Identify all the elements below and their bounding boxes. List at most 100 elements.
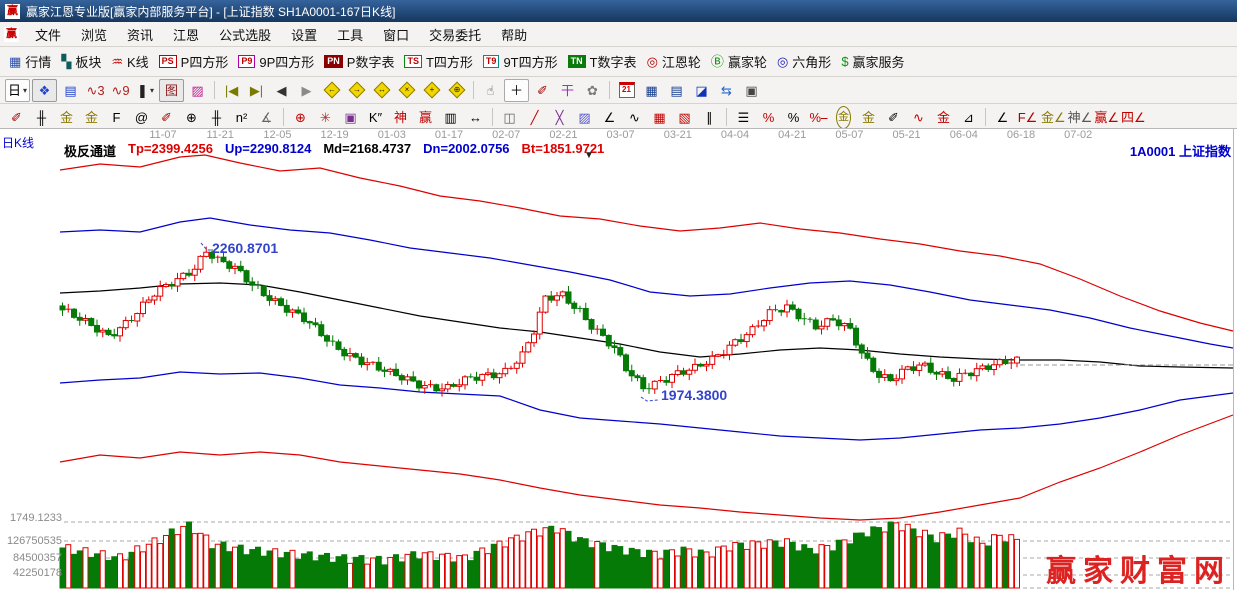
star-circle-tool[interactable]: ✳ [314,107,337,128]
box-tool[interactable]: ◫ [498,107,521,128]
menu-item-0[interactable]: 文件 [25,25,71,44]
ma-9-button[interactable]: ∿9 [109,80,132,101]
n2-tool[interactable]: n² [230,107,253,128]
shen-ruler-tool[interactable]: 神 [389,107,412,128]
plain-angle-tool[interactable]: ∠ [991,107,1014,128]
9t-square-button[interactable]: T9 9T四方形 [482,52,558,71]
export-button[interactable]: ⇆ [715,80,738,101]
prev-bar-button[interactable]: ◀ [270,80,293,101]
last-page-button[interactable]: ▶| [245,80,268,101]
winner-wheel-button[interactable]: Ⓑ 赢家轮 [711,52,767,71]
gold-circle-tool[interactable]: 金 [832,105,855,129]
menu-item-2[interactable]: 资讯 [117,25,163,44]
menu-item-6[interactable]: 工具 [327,25,373,44]
9p-square-button[interactable]: P9 9P四方形 [238,52,314,71]
percent-tool[interactable]: % [782,107,805,128]
parallel-tool[interactable]: ∥ [698,107,721,128]
expand-button[interactable]: + [420,80,443,101]
t-square-button[interactable]: TS T四方形 [404,52,473,71]
gann-wheel-button[interactable]: ◎ 江恩轮 [647,52,701,71]
first-page-button[interactable]: |◀ [220,80,243,101]
next-bar-button[interactable]: ▶ [295,80,318,101]
t-number-button[interactable]: TN T数字表 [567,52,637,71]
gold-wave-tool[interactable]: 金 [932,107,955,128]
color-volume-button[interactable]: ▨ [186,80,209,101]
smart-tools-button[interactable]: ✿ [581,80,604,101]
gann-overlay-button[interactable]: 图 [159,78,184,102]
calendar-button[interactable]: 21 [615,80,638,101]
candle-style-button[interactable]: ❚ ▾ [134,80,157,101]
price-ladder-tool[interactable]: ☰ [732,107,755,128]
print-button[interactable]: ▣ [740,80,763,101]
gold-ruler2-tool[interactable]: 金 [80,107,103,128]
sectors-button[interactable]: ▚ 板块 [61,52,101,71]
brush2-tool[interactable]: ✐ [155,107,178,128]
report-button[interactable]: ▤ [665,80,688,101]
menu-item-9[interactable]: 帮助 [491,25,537,44]
menu-item-7[interactable]: 窗口 [373,25,419,44]
chart-area[interactable]: 2260.8701 1974.3800 11-07 11-21 12-05 12-19 0… [0,128,1237,590]
percent-red-tool[interactable]: %⎯ [807,107,830,128]
target-circle-tool[interactable]: ⊕ [289,107,312,128]
span-arrow-tool[interactable]: ↔ [464,107,487,128]
four-angle-tool[interactable]: 四∠ [1121,107,1146,128]
fan-box-tool[interactable]: ▨ [573,107,596,128]
menu-item-4[interactable]: 公式选股 [209,25,281,44]
save-button[interactable]: ◪ [690,80,713,101]
grid-red-tool[interactable]: ▦ [648,107,671,128]
compress-button[interactable]: × [395,80,418,101]
ink-brush-tool[interactable]: ✐ [882,107,905,128]
kline-button[interactable]: ♒ K线 [111,52,148,71]
win-ruler-tool[interactable]: 赢 [414,107,437,128]
k-quote-tool[interactable]: K″ [364,107,387,128]
p-number-button[interactable]: PN P数字表 [324,52,394,71]
plain-ruler-tool[interactable]: ╫ [205,107,228,128]
p-square-button[interactable]: PS P四方形 [158,52,228,71]
zoom-out-button[interactable]: ↔ [370,80,393,101]
zigzag-tool[interactable]: ∿ [623,107,646,128]
fan-purple-tool[interactable]: ╳ [548,107,571,128]
shift-left-button[interactable]: ← [320,80,343,101]
tile-window-button[interactable]: ❖ [32,78,57,102]
calculator-button[interactable]: ▦ [640,80,663,101]
shen-angle-tool[interactable]: 神∠ [1068,107,1093,128]
gold-ruler-tool[interactable]: 金 [55,107,78,128]
erase-line-button[interactable]: ✐ [531,80,554,101]
menu-item-3[interactable]: 江恩 [163,25,209,44]
gold-angle-tool[interactable]: 金∠ [1041,107,1066,128]
f-ruler-tool[interactable]: F [105,107,128,128]
menu-item-1[interactable]: 浏览 [71,25,117,44]
menu-item-5[interactable]: 设置 [281,25,327,44]
percent-line-tool[interactable]: % [757,107,780,128]
ruler-tool[interactable]: ╫ [30,107,53,128]
grid-arrow-tool[interactable]: ▧ [673,107,696,128]
f-angle-tool[interactable]: F∠ [1016,107,1039,128]
wave-tool[interactable]: ∿ [907,107,930,128]
grid-target-tool[interactable]: ▣ [339,107,362,128]
restore-view-button[interactable]: ⊕ [445,80,468,101]
kline-plot[interactable]: 2260.8701 1974.3800 [0,128,1237,590]
quotes-button[interactable]: ▦ 行情 [9,52,51,71]
gold-line-tool[interactable]: 金 [857,107,880,128]
volume-bar [841,539,848,589]
ma-3-button[interactable]: ∿3 [84,80,107,101]
winner-service-button[interactable]: $ 赢家服务 [841,52,904,71]
crosshair-button[interactable]: ＋ [504,78,529,102]
draw-brush-tool[interactable]: ✐ [5,107,28,128]
j-angle-tool[interactable]: ⊿ [957,107,980,128]
hexagon-button[interactable]: ◎ 六角形 [777,52,831,71]
angle-line-tool[interactable]: ∠ [598,107,621,128]
indicator-dropdown-arrow[interactable]: ▼ [584,150,594,161]
num-ruler-tool[interactable]: ▥ [439,107,462,128]
shift-right-button[interactable]: → [345,80,368,101]
stock-info-button[interactable]: ▤ [59,80,82,101]
menu-item-8[interactable]: 交易委托 [419,25,491,44]
period-day-button[interactable]: 日 ▾ [5,78,30,102]
drag-hand-button[interactable]: ☝ [479,80,502,101]
fan-red-tool[interactable]: ╱ [523,107,546,128]
time-circle-tool[interactable]: ⊕ [180,107,203,128]
mirror-angle-tool[interactable]: ∡ [255,107,278,128]
win-angle-tool[interactable]: 赢∠ [1094,107,1119,128]
spiral-tool[interactable]: @ [130,107,153,128]
gift-tools-button[interactable]: 干 [556,80,579,101]
